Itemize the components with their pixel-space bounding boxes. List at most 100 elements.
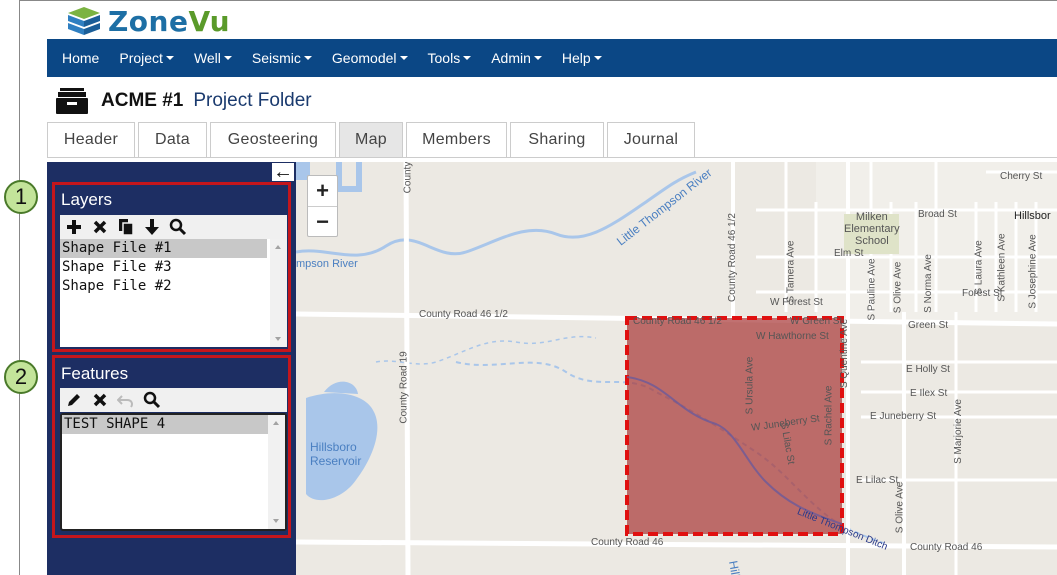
zoom-out-button[interactable]: − (308, 206, 337, 237)
features-title: Features (61, 364, 129, 383)
nav-help[interactable]: Help (552, 39, 612, 77)
map-label-town: Hillsbor (1014, 210, 1051, 222)
map-label-road: County (402, 162, 414, 194)
copy-icon[interactable] (116, 217, 136, 237)
map-label-street: S Quentine Ave (839, 318, 851, 389)
list-item[interactable]: Shape File #1 (60, 239, 267, 258)
search-icon[interactable] (142, 390, 162, 410)
map-label-street: Broad St (918, 209, 957, 220)
map-label-road: County Road 46 (910, 542, 983, 553)
map-label-street: S Marjorie Ave (952, 399, 964, 464)
map-label-road: County Road 19 (398, 351, 410, 424)
map-label-road: County Road 46 1/2 (633, 316, 722, 327)
main-navbar: Home Project Well Seismic Geomodel Tools… (47, 39, 1057, 77)
tab-map[interactable]: Map (339, 122, 403, 157)
project-title-row: ACME #1 Project Folder (55, 86, 312, 116)
map-label-road: County Road 46 (591, 537, 664, 548)
logo-text: ZoneVu (108, 4, 231, 38)
layers-panel: Layers Shape File #1 Shape File #3 Shape… (52, 182, 291, 352)
nav-seismic[interactable]: Seismic (242, 39, 322, 77)
tab-members[interactable]: Members (406, 122, 507, 157)
map-label-street: E Holly St (906, 364, 950, 375)
nav-project[interactable]: Project (109, 39, 184, 77)
map-label-street: W Hawthorne St (756, 331, 829, 342)
map-label-street: E Lilac St (856, 475, 899, 486)
features-panel: Features TEST SHAPE 4 (52, 355, 291, 538)
map-label-street: S Pauline Ave (866, 258, 878, 321)
features-toolbar (60, 388, 287, 412)
tab-sharing[interactable]: Sharing (510, 122, 604, 157)
layers-title: Layers (61, 190, 113, 209)
tabs-divider (47, 157, 1057, 158)
map-label-street: S Norma Ave (922, 254, 934, 313)
caret-down-icon (463, 56, 472, 60)
map-label-street: S Tamera Ave (785, 240, 797, 303)
map-label-street: Green St (908, 320, 949, 331)
zoom-in-button[interactable]: + (308, 176, 337, 206)
list-item[interactable]: TEST SHAPE 4 (62, 415, 269, 434)
map-label-river-left: mpson River (296, 258, 358, 270)
nav-geomodel[interactable]: Geomodel (322, 39, 418, 77)
map-label-street: S Olive Ave (894, 481, 906, 534)
scroll-up-icon[interactable] (275, 245, 281, 249)
logo-icon (68, 7, 100, 35)
archive-box-icon (56, 88, 88, 114)
arrow-left-icon: ← (273, 161, 293, 183)
nav-well[interactable]: Well (184, 39, 242, 77)
map-label-road: County Road 46 1/2 (726, 213, 738, 302)
map-label-street: E Ilex St (910, 388, 948, 399)
layers-scrollbar[interactable] (270, 239, 287, 347)
delete-icon[interactable] (90, 217, 110, 237)
tab-journal[interactable]: Journal (607, 122, 695, 157)
tab-header[interactable]: Header (47, 122, 135, 157)
search-icon[interactable] (168, 217, 188, 237)
map-label-street: E Juneberry St (870, 411, 937, 422)
tab-data[interactable]: Data (138, 122, 207, 157)
caret-down-icon (399, 56, 408, 60)
features-list[interactable]: TEST SHAPE 4 (60, 413, 287, 531)
map-label-street: S Kathleen Ave (996, 233, 1008, 302)
caret-down-icon (223, 56, 232, 60)
project-type: Project Folder (193, 90, 312, 111)
scroll-up-icon[interactable] (273, 421, 279, 425)
map-label-street: S Josephine Ave (1027, 234, 1039, 309)
map-label-street: S Rachel Ave (823, 385, 835, 446)
caret-down-icon (303, 56, 312, 60)
map-zoom-control: + − (307, 175, 338, 237)
page-border (19, 0, 20, 575)
add-icon[interactable] (64, 217, 84, 237)
tab-geosteering[interactable]: Geosteering (210, 122, 336, 157)
map-label-street: Cherry St (1000, 171, 1043, 182)
scroll-down-icon[interactable] (275, 337, 281, 341)
layers-toolbar (60, 215, 287, 239)
nav-home[interactable]: Home (47, 39, 109, 77)
project-name: ACME #1 (101, 90, 184, 111)
list-item[interactable]: Shape File #2 (60, 277, 267, 296)
download-icon[interactable] (142, 217, 162, 237)
project-tabs: Header Data Geosteering Map Members Shar… (47, 122, 698, 158)
collapse-sidebar-button[interactable]: ← (272, 161, 294, 183)
callout-2: 2 (4, 360, 38, 394)
map-label-street: S Laura Ave (973, 240, 985, 295)
map-label-street: S Ursula Ave (744, 356, 756, 415)
edit-icon[interactable] (64, 390, 84, 410)
caret-down-icon (165, 56, 174, 60)
scroll-down-icon[interactable] (273, 519, 279, 523)
layers-list[interactable]: Shape File #1 Shape File #3 Shape File #… (60, 239, 287, 347)
nav-tools[interactable]: Tools (418, 39, 482, 77)
nav-admin[interactable]: Admin (481, 39, 552, 77)
delete-icon[interactable] (90, 390, 110, 410)
page-border-top (19, 0, 1057, 1)
map-label-road: County Road 46 1/2 (419, 309, 508, 320)
list-item[interactable]: Shape File #3 (60, 258, 267, 277)
test-shape-polygon[interactable] (625, 316, 844, 536)
map-label-water: Hill (725, 559, 743, 575)
caret-down-icon (533, 56, 542, 60)
map-view[interactable]: Little Thompson River mpson River County… (296, 162, 1057, 575)
map-label-street: S Olive Ave (892, 261, 904, 314)
zonevu-logo[interactable]: ZoneVu (66, 4, 230, 38)
callout-1: 1 (4, 180, 38, 214)
caret-down-icon (593, 56, 602, 60)
features-scrollbar[interactable] (268, 415, 285, 529)
undo-icon[interactable] (116, 390, 136, 410)
